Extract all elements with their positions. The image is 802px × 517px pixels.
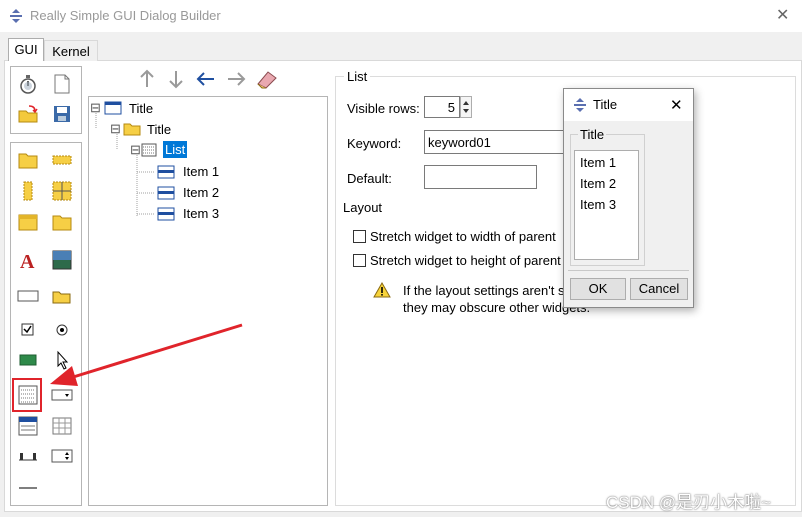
tree-node-item[interactable]: Item 2 bbox=[183, 185, 219, 200]
tree-expander[interactable]: ⊟ bbox=[90, 100, 101, 116]
tree-node-item[interactable]: Item 3 bbox=[183, 206, 219, 221]
frame-folder-icon[interactable] bbox=[17, 149, 39, 171]
move-right-icon[interactable] bbox=[228, 72, 246, 86]
horizontal-frame-icon[interactable] bbox=[51, 149, 73, 171]
vertical-frame-icon[interactable] bbox=[17, 180, 39, 202]
tree-node-item[interactable]: Item 1 bbox=[183, 164, 219, 179]
tree-expander[interactable]: ⊟ bbox=[130, 142, 141, 158]
file-toolbox bbox=[10, 66, 82, 134]
tab-frame-icon[interactable] bbox=[17, 211, 39, 233]
text-entry-icon[interactable] bbox=[17, 285, 39, 307]
tab-gui-label: GUI bbox=[14, 42, 38, 57]
tree-node-frame[interactable]: Title bbox=[147, 122, 171, 137]
watermark: CSDN @是刃小木啦~ bbox=[606, 493, 772, 512]
warning-text-line1: If the layout settings aren't s bbox=[403, 283, 565, 298]
open-folder-icon[interactable] bbox=[17, 103, 39, 125]
layout-label: Layout bbox=[343, 200, 383, 215]
default-input[interactable] bbox=[424, 165, 537, 189]
visible-rows-input[interactable] bbox=[424, 96, 460, 118]
tree-node-list-selected[interactable]: List bbox=[163, 141, 188, 158]
stretch-width-label: Stretch widget to width of parent bbox=[370, 229, 556, 244]
spinner-arrows-icon bbox=[463, 101, 469, 113]
preview-close-button[interactable]: ✕ bbox=[670, 96, 683, 114]
preview-group-title: Title bbox=[578, 127, 607, 142]
stretch-width-checkbox[interactable] bbox=[353, 230, 366, 243]
list-item-icon bbox=[157, 186, 175, 200]
preview-list-item[interactable]: Item 2 bbox=[580, 176, 616, 191]
folder-node-icon bbox=[123, 123, 141, 136]
keyword-label: Keyword: bbox=[347, 136, 402, 151]
visible-rows-spinner[interactable] bbox=[460, 96, 472, 118]
table-icon[interactable] bbox=[51, 415, 73, 437]
tab-kernel[interactable]: Kernel bbox=[44, 40, 98, 61]
svg-text:A: A bbox=[20, 251, 35, 271]
grid-frame-icon[interactable] bbox=[51, 180, 73, 202]
separator-icon[interactable] bbox=[17, 477, 39, 499]
list-node-icon bbox=[141, 143, 157, 157]
image-icon[interactable] bbox=[51, 249, 73, 271]
properties-group-title: List bbox=[344, 69, 371, 84]
window-title: Really Simple GUI Dialog Builder bbox=[30, 8, 221, 23]
preview-list-box[interactable]: Item 1 Item 2 Item 3 bbox=[574, 150, 639, 260]
move-down-icon[interactable] bbox=[169, 71, 183, 89]
text-label-icon[interactable]: A bbox=[17, 249, 39, 271]
visible-rows-label: Visible rows: bbox=[347, 101, 420, 116]
list-item-icon bbox=[157, 165, 175, 179]
list-view-icon[interactable] bbox=[17, 415, 39, 437]
folder-icon[interactable] bbox=[51, 211, 73, 233]
preview-cancel-button[interactable]: Cancel bbox=[630, 278, 688, 300]
stopwatch-icon[interactable] bbox=[17, 73, 39, 95]
warning-icon bbox=[373, 282, 391, 298]
tree-toolbar bbox=[140, 69, 277, 89]
slider-icon[interactable] bbox=[17, 445, 39, 467]
eraser-icon[interactable] bbox=[257, 71, 277, 89]
preview-title: Title bbox=[593, 97, 618, 112]
title-bar: Really Simple GUI Dialog Builder ✕ bbox=[0, 0, 802, 32]
widget-tree: ⊟ Title ⊟ Title ⊟ List Item 1 Item 2 Ite… bbox=[88, 96, 328, 506]
move-up-icon[interactable] bbox=[140, 69, 154, 87]
preview-ok-button[interactable]: OK bbox=[570, 278, 626, 300]
tab-kernel-label: Kernel bbox=[52, 44, 90, 59]
preview-dialog: Title ✕ Title Item 1 Item 2 Item 3 OK Ca… bbox=[563, 88, 694, 308]
file-picker-icon[interactable] bbox=[51, 285, 73, 307]
tree-node-title[interactable]: Title bbox=[129, 101, 153, 116]
spinner-icon[interactable] bbox=[51, 445, 73, 467]
stretch-height-checkbox[interactable] bbox=[353, 254, 366, 267]
annotation-arrow bbox=[50, 323, 243, 386]
tree-expander[interactable]: ⊟ bbox=[110, 121, 121, 137]
button-icon[interactable] bbox=[17, 349, 39, 371]
save-icon[interactable] bbox=[51, 103, 73, 125]
window-node-icon bbox=[104, 101, 122, 115]
keyword-input[interactable] bbox=[424, 130, 568, 154]
window-close-button[interactable]: ✕ bbox=[776, 5, 789, 25]
list-box-icon[interactable] bbox=[17, 384, 39, 406]
app-icon bbox=[574, 98, 586, 112]
checkbox-icon[interactable] bbox=[17, 319, 39, 341]
app-icon bbox=[10, 9, 22, 23]
list-item-icon bbox=[157, 207, 175, 221]
default-label: Default: bbox=[347, 171, 392, 186]
preview-list-item[interactable]: Item 1 bbox=[580, 155, 616, 170]
tab-gui[interactable]: GUI bbox=[8, 38, 44, 61]
new-file-icon[interactable] bbox=[51, 73, 73, 95]
move-left-icon[interactable] bbox=[196, 72, 214, 86]
stretch-height-label: Stretch widget to height of parent bbox=[370, 253, 561, 268]
preview-list-item[interactable]: Item 3 bbox=[580, 197, 616, 212]
preview-separator bbox=[568, 270, 689, 271]
